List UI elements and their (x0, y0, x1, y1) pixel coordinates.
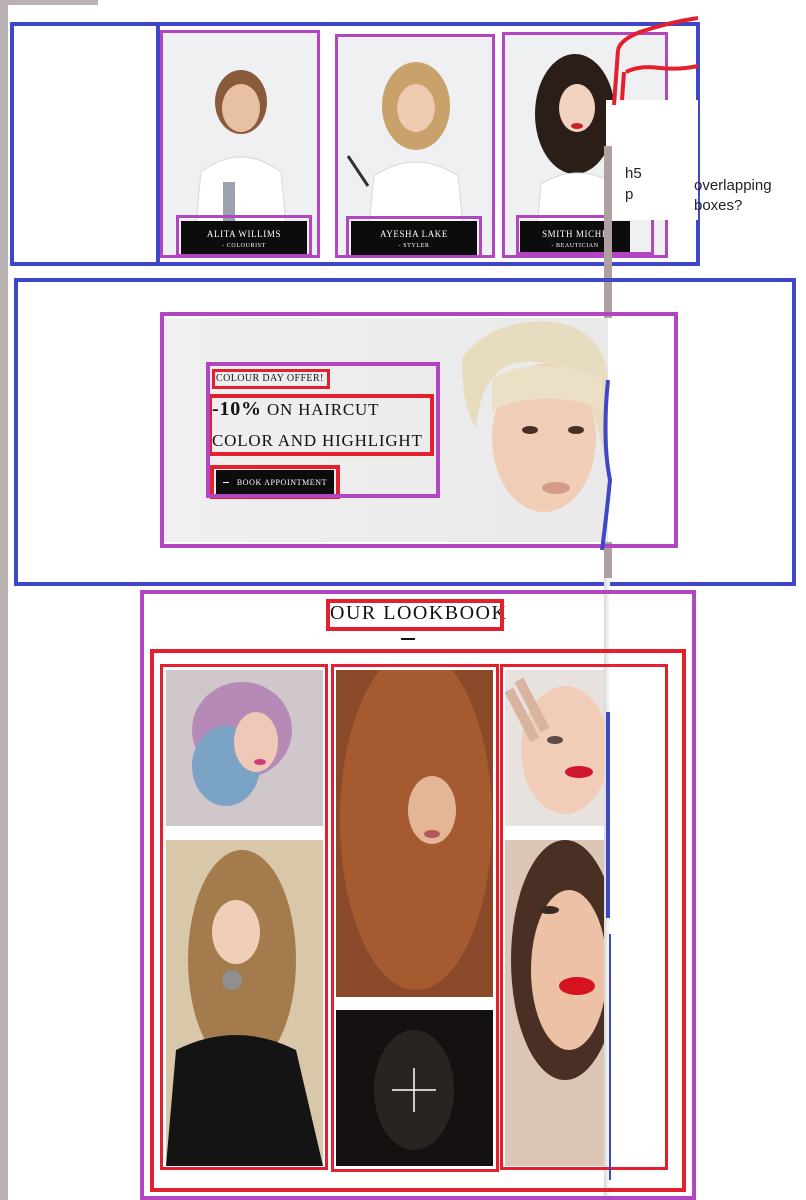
lookbook-column-outline (160, 664, 328, 1170)
top-grey-stub (0, 0, 98, 5)
annotation-note-line1: overlapping (694, 177, 772, 194)
lookbook-white-overlay (610, 668, 662, 1164)
name-plate-outline (516, 215, 654, 255)
annotation-tag-h5: h5 (625, 165, 642, 182)
left-grey-bar (0, 0, 8, 1200)
red-scribble-annotation (612, 16, 699, 106)
name-plate-outline (176, 215, 312, 257)
lookbook-title-outline (326, 599, 504, 631)
blue-scribble-annotation (600, 380, 613, 550)
name-plate-outline (346, 216, 482, 258)
blue-vertical-line-thin (609, 934, 611, 1180)
annotation-note-line2: boxes? (694, 197, 743, 214)
title-divider (401, 638, 415, 640)
blue-vertical-line (606, 712, 610, 918)
overlay-panel (606, 100, 698, 220)
team-left-empty-box (10, 22, 160, 266)
annotation-tag-p: p (625, 186, 634, 203)
lookbook-column-outline (331, 664, 499, 1172)
offer-text-outline (206, 362, 440, 498)
